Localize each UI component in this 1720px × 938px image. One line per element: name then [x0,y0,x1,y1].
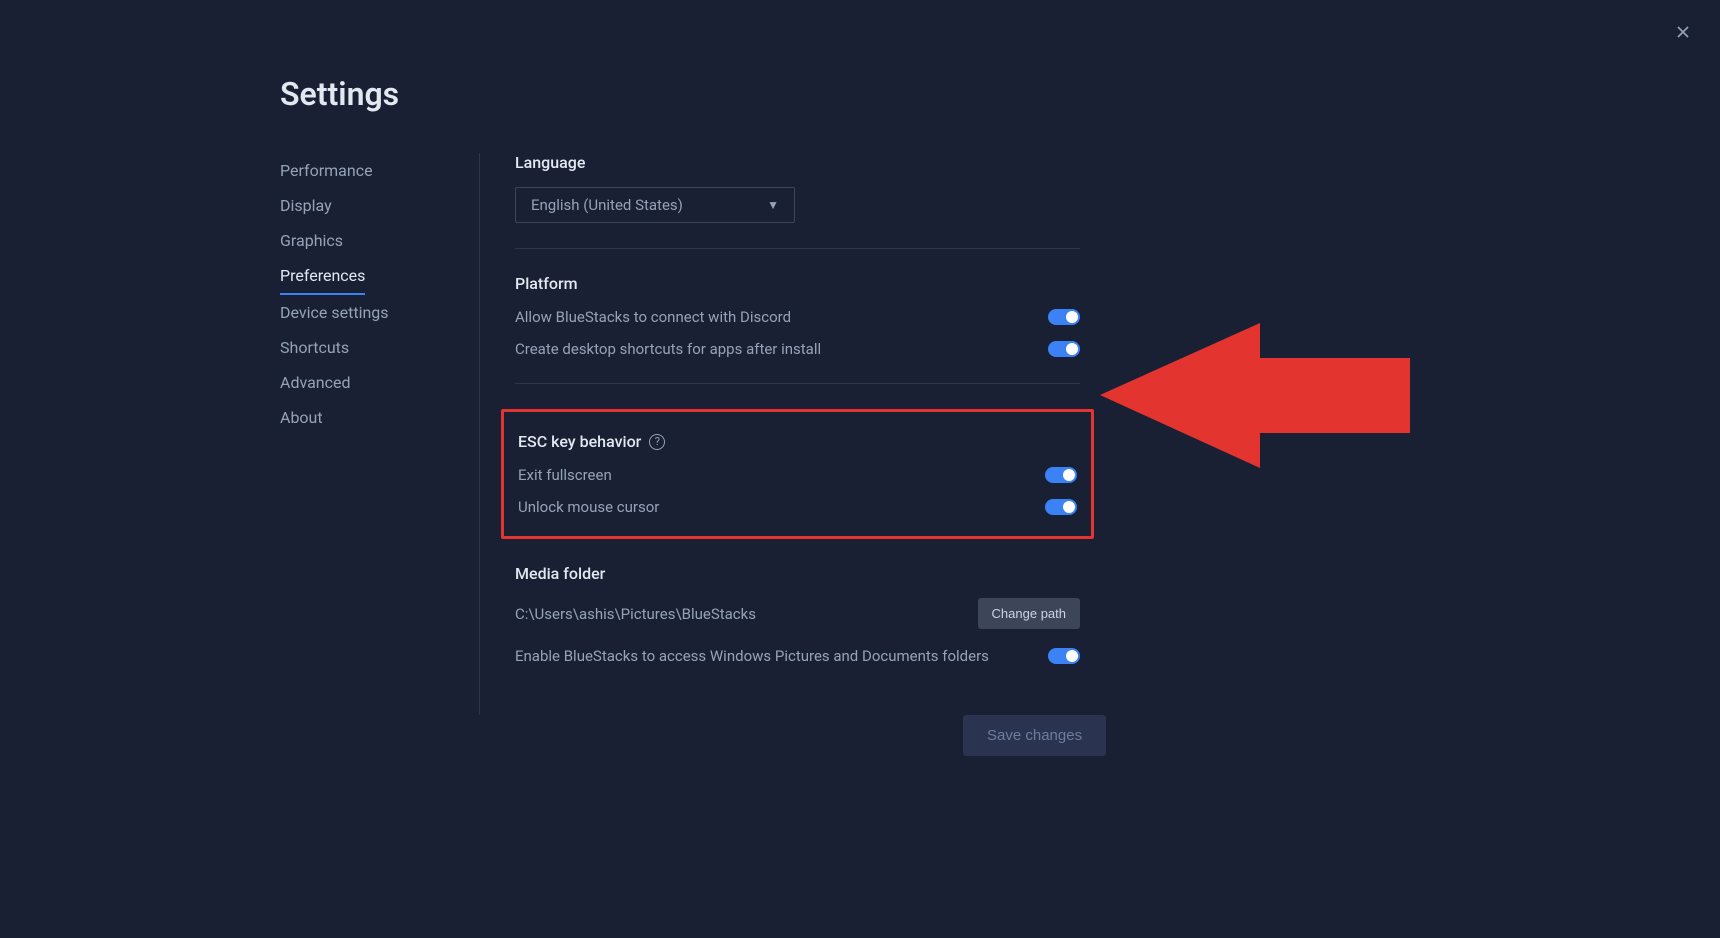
access-folders-label: Enable BlueStacks to access Windows Pict… [515,647,989,665]
save-changes-button[interactable]: Save changes [963,715,1106,756]
desktop-shortcuts-label: Create desktop shortcuts for apps after … [515,340,821,358]
access-folders-toggle[interactable] [1048,648,1080,664]
esc-key-section-highlighted: ESC key behavior ? Exit fullscreen Unloc… [501,409,1094,539]
sidebar-item-display[interactable]: Display [280,188,459,223]
unlock-cursor-label: Unlock mouse cursor [518,498,659,516]
sidebar-item-performance[interactable]: Performance [280,153,459,188]
sidebar-item-preferences[interactable]: Preferences [280,258,365,295]
discord-toggle[interactable] [1048,309,1080,325]
close-icon [1673,22,1693,42]
sidebar-item-device-settings[interactable]: Device settings [280,295,459,330]
desktop-shortcuts-toggle[interactable] [1048,341,1080,357]
language-dropdown[interactable]: English (United States) ▼ [515,187,795,223]
sidebar-item-graphics[interactable]: Graphics [280,223,459,258]
sidebar: Performance Display Graphics Preferences… [280,153,480,715]
language-section: Language English (United States) ▼ [515,153,1080,249]
media-folder-section: Media folder C:\Users\ashis\Pictures\Blu… [515,564,1080,690]
main-content: Language English (United States) ▼ Platf… [480,153,1080,715]
esc-key-title: ESC key behavior [518,432,641,451]
sidebar-item-advanced[interactable]: Advanced [280,365,459,400]
page-title: Settings [280,75,1720,113]
exit-fullscreen-toggle[interactable] [1045,467,1077,483]
chevron-down-icon: ▼ [767,198,779,212]
language-title: Language [515,153,1080,172]
media-path: C:\Users\ashis\Pictures\BlueStacks [515,605,756,623]
discord-label: Allow BlueStacks to connect with Discord [515,308,791,326]
platform-title: Platform [515,274,1080,293]
media-folder-title: Media folder [515,564,1080,583]
close-button[interactable] [1671,20,1695,44]
info-icon[interactable]: ? [649,434,665,450]
exit-fullscreen-label: Exit fullscreen [518,466,612,484]
sidebar-item-about[interactable]: About [280,400,459,435]
platform-section: Platform Allow BlueStacks to connect wit… [515,274,1080,384]
unlock-cursor-toggle[interactable] [1045,499,1077,515]
change-path-button[interactable]: Change path [978,598,1080,629]
arrow-annotation [1100,323,1410,468]
sidebar-item-shortcuts[interactable]: Shortcuts [280,330,459,365]
language-selected: English (United States) [531,196,683,214]
